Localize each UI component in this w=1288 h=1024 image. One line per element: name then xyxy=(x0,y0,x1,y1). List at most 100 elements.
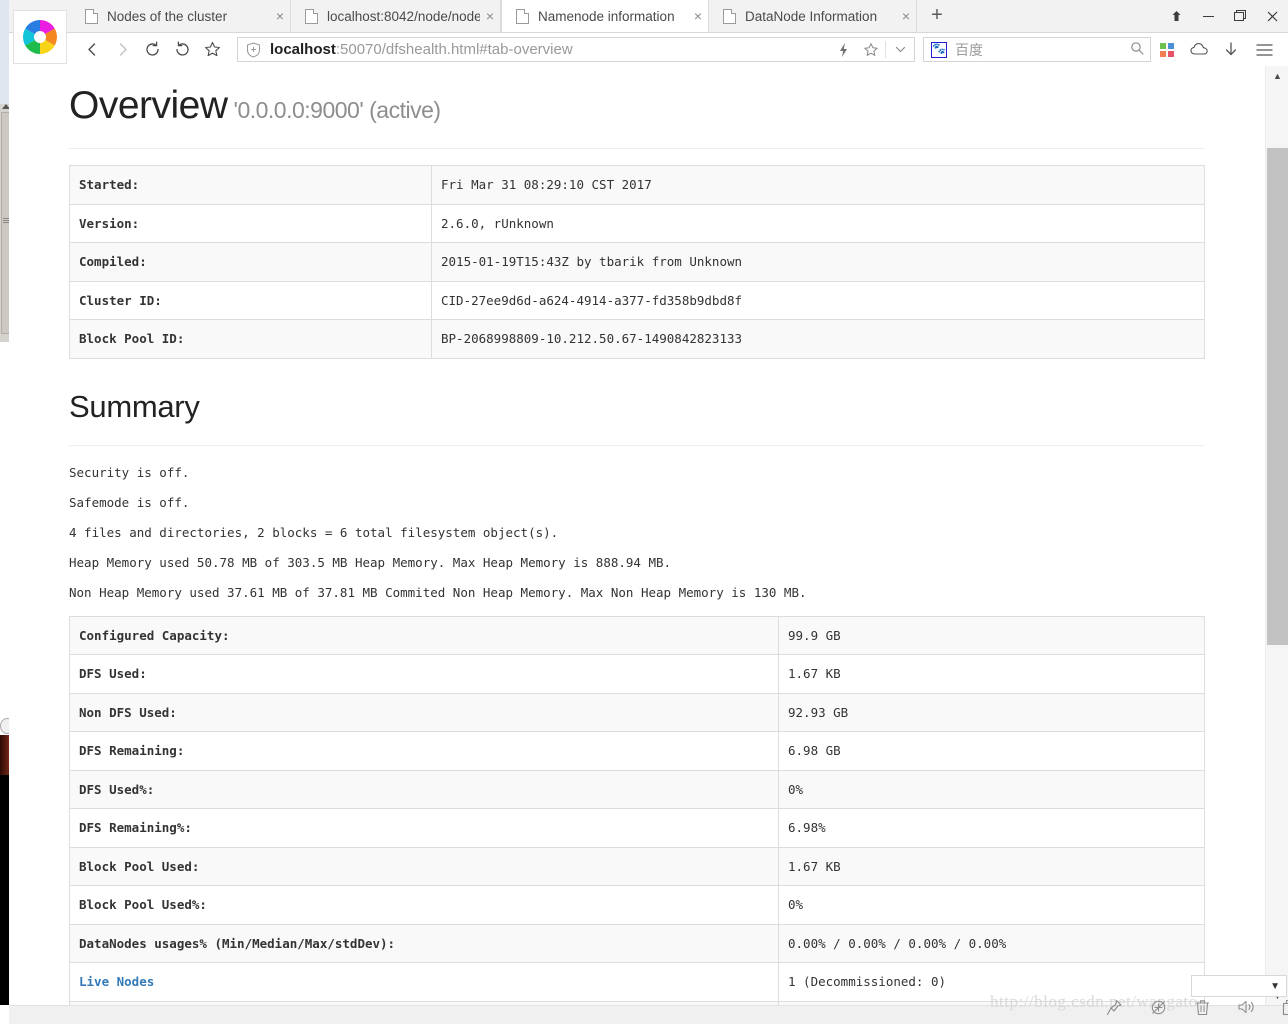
row-key: Cluster ID: xyxy=(69,280,432,320)
close-icon[interactable]: × xyxy=(688,9,708,23)
close-icon[interactable]: × xyxy=(270,9,290,23)
lightning-icon[interactable] xyxy=(829,38,857,62)
tab-title: DataNode Information xyxy=(745,8,878,24)
page-title-text: Overview xyxy=(69,84,228,127)
page-icon xyxy=(85,8,98,24)
table-row: DFS Used%: 0% xyxy=(69,769,1205,809)
chevron-down-icon[interactable] xyxy=(886,38,914,62)
baidu-glyph: 🐾 xyxy=(932,43,946,55)
row-value: 99.9 GB xyxy=(778,615,1205,655)
tab-title: Namenode information xyxy=(538,8,675,24)
table-row: Compiled: 2015-01-19T15:43Z by tbarik fr… xyxy=(69,242,1205,282)
close-icon[interactable]: × xyxy=(480,9,500,23)
star-icon[interactable] xyxy=(857,38,885,62)
search-input[interactable]: 百度 xyxy=(955,40,1124,60)
scrollbar-thumb[interactable] xyxy=(1267,148,1288,645)
search-box[interactable]: 🐾 百度 xyxy=(923,37,1151,62)
row-value: 0.00% / 0.00% / 0.00% / 0.00% xyxy=(778,923,1205,963)
row-key: Version: xyxy=(69,203,432,243)
page-icon xyxy=(305,8,318,24)
forward-icon[interactable] xyxy=(107,34,137,66)
scroll-up-arrow-icon[interactable]: ▲ xyxy=(1266,66,1288,86)
menu-icon[interactable] xyxy=(1251,37,1277,62)
page-icon xyxy=(516,8,529,24)
page-icon xyxy=(723,8,736,24)
row-value: 1.67 KB xyxy=(778,654,1205,694)
row-key: Block Pool ID: xyxy=(69,319,432,359)
summary-text-block: Security is off. Safemode is off. 4 file… xyxy=(69,465,1205,600)
summary-heading: Summary xyxy=(69,388,200,424)
browser-window: Nodes of the cluster × localhost:8042/no… xyxy=(9,0,1288,1024)
pin-tool-icon[interactable] xyxy=(1105,998,1123,1016)
live-nodes-link[interactable]: Live Nodes xyxy=(79,974,154,989)
sound-tool-icon[interactable] xyxy=(1237,998,1255,1016)
background-window-black-edge xyxy=(0,775,9,1005)
table-row: Configured Capacity: 99.9 GB xyxy=(69,615,1205,655)
address-host: localhost xyxy=(270,41,336,58)
tab-strip: Nodes of the cluster × localhost:8042/no… xyxy=(9,0,1288,33)
summary-line: Safemode is off. xyxy=(69,494,190,510)
tab-title: localhost:8042/node/node xyxy=(327,8,480,24)
floating-dropdown[interactable]: ▼ xyxy=(1191,975,1287,997)
maximize-button[interactable] xyxy=(1224,0,1256,32)
page-content: Overview '0.0.0.0:9000' (active) Started:… xyxy=(9,66,1265,1006)
address-bar[interactable]: localhost:50070/dfshealth.html#tab-overv… xyxy=(237,37,915,62)
tab-datanode-information[interactable]: DataNode Information × xyxy=(709,0,917,32)
table-row: DFS Remaining: 6.98 GB xyxy=(69,731,1205,771)
pin-window-button[interactable] xyxy=(1160,0,1192,32)
chevron-down-icon[interactable]: ▼ xyxy=(1270,981,1280,992)
table-row: Cluster ID: CID-27ee9d6d-a624-4914-a377-… xyxy=(69,280,1205,320)
table-row: DataNodes usages% (Min/Median/Max/stdDev… xyxy=(69,923,1205,963)
row-key: Configured Capacity: xyxy=(69,615,779,655)
table-row: Version: 2.6.0, rUnknown xyxy=(69,203,1205,243)
trash-tool-icon[interactable] xyxy=(1193,998,1211,1016)
reload-icon[interactable] xyxy=(137,34,167,66)
close-window-button[interactable] xyxy=(1256,0,1288,32)
table-row: Started: Fri Mar 31 08:29:10 CST 2017 xyxy=(69,165,1205,205)
search-icon[interactable] xyxy=(1124,41,1150,58)
row-value: 92.93 GB xyxy=(778,692,1205,732)
downloads-icon[interactable] xyxy=(1218,37,1244,62)
page-title: Overview '0.0.0.0:9000' (active) xyxy=(69,66,1205,128)
tab-title: Nodes of the cluster xyxy=(107,8,228,24)
page-viewport: Overview '0.0.0.0:9000' (active) Started:… xyxy=(9,66,1288,1006)
screen-root: Nodes of the cluster × localhost:8042/no… xyxy=(0,0,1288,1024)
close-icon[interactable]: × xyxy=(896,9,916,23)
tab-nodes-of-the-cluster[interactable]: Nodes of the cluster × xyxy=(71,0,291,32)
row-value: 0% xyxy=(778,885,1205,925)
row-value: CID-27ee9d6d-a624-4914-a377-fd358b9dbd8f xyxy=(431,280,1205,320)
minimize-button[interactable] xyxy=(1192,0,1224,32)
baidu-icon: 🐾 xyxy=(931,41,947,58)
row-value: 6.98 GB xyxy=(778,731,1205,771)
tab-namenode-information[interactable]: Namenode information × xyxy=(501,0,709,32)
row-key: Started: xyxy=(69,165,432,205)
page-scrollbar[interactable]: ▲ ▼ xyxy=(1265,66,1288,1006)
screenshot-tool-icon[interactable] xyxy=(1149,998,1167,1016)
row-key: Block Pool Used: xyxy=(69,846,779,886)
row-key: Block Pool Used%: xyxy=(69,885,779,925)
summary-divider xyxy=(69,444,1205,446)
row-key: DFS Remaining%: xyxy=(69,808,779,848)
cloud-icon[interactable] xyxy=(1186,37,1212,62)
summary-table: Configured Capacity: 99.9 GB DFS Used: 1… xyxy=(69,615,1205,1006)
undo-icon[interactable] xyxy=(167,34,197,66)
new-tab-button[interactable]: + xyxy=(924,3,950,29)
summary-line: Security is off. xyxy=(69,464,190,480)
address-bar-url: localhost:50070/dfshealth.html#tab-overv… xyxy=(270,41,829,58)
row-key: Compiled: xyxy=(69,242,432,282)
tab-localhost-8042-node[interactable]: localhost:8042/node/node × xyxy=(291,0,501,32)
row-key: Non DFS Used: xyxy=(69,692,779,732)
title-divider xyxy=(69,148,1205,149)
table-row: Block Pool ID: BP-2068998809-10.212.50.6… xyxy=(69,319,1205,359)
bookmark-star-icon[interactable] xyxy=(197,34,227,66)
back-icon[interactable] xyxy=(77,34,107,66)
row-key: DFS Remaining: xyxy=(69,731,779,771)
site-info-shield-icon[interactable] xyxy=(246,41,261,58)
navigation-toolbar: localhost:50070/dfshealth.html#tab-overv… xyxy=(9,33,1288,67)
table-row: Block Pool Used: 1.67 KB xyxy=(69,846,1205,886)
window-controls xyxy=(1160,0,1288,32)
window-tool-icon[interactable] xyxy=(1281,998,1288,1016)
page-title-subtitle: '0.0.0.0:9000' (active) xyxy=(233,97,441,123)
apps-grid-icon[interactable] xyxy=(1154,37,1180,62)
chrome-logo-icon xyxy=(13,10,67,64)
